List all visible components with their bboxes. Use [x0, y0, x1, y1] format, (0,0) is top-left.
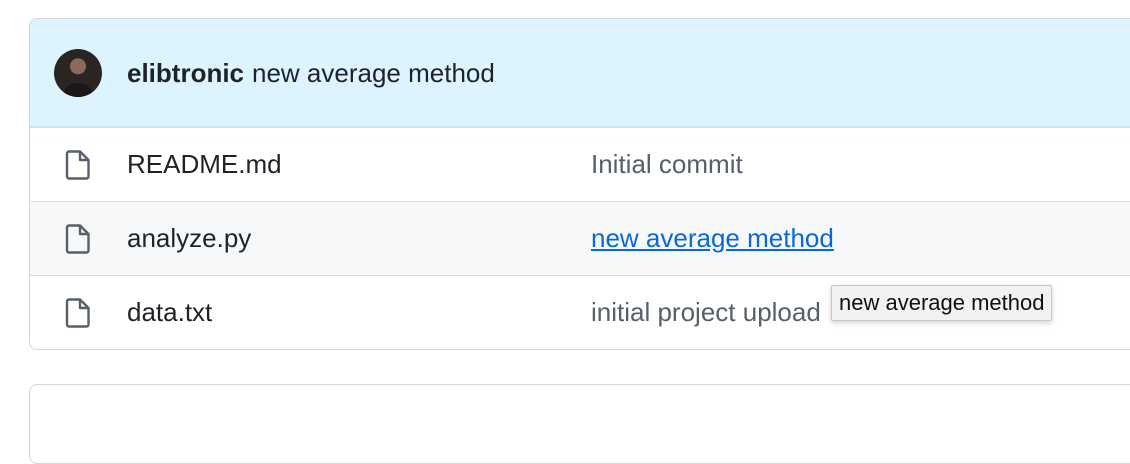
table-row: analyze.py new average method: [30, 201, 1130, 275]
latest-commit-header: elibtronic new average method: [30, 19, 1130, 127]
file-commit-link[interactable]: new average method: [591, 223, 834, 254]
latest-commit-text: elibtronic new average method: [127, 57, 495, 89]
file-commit-link[interactable]: Initial commit: [591, 149, 743, 180]
file-name-link[interactable]: data.txt: [127, 297, 212, 328]
readme-box: [29, 384, 1130, 464]
file-commit-link[interactable]: initial project upload: [591, 297, 821, 328]
tooltip: new average method: [831, 285, 1053, 321]
commit-message[interactable]: new average method: [252, 58, 495, 88]
file-icon: [65, 149, 90, 180]
table-row: README.md Initial commit: [30, 127, 1130, 201]
file-name-link[interactable]: analyze.py: [127, 223, 251, 254]
avatar[interactable]: [54, 48, 102, 97]
file-icon: [65, 297, 90, 328]
commit-author[interactable]: elibtronic: [127, 58, 244, 88]
file-name-link[interactable]: README.md: [127, 149, 282, 180]
file-icon: [65, 223, 90, 254]
